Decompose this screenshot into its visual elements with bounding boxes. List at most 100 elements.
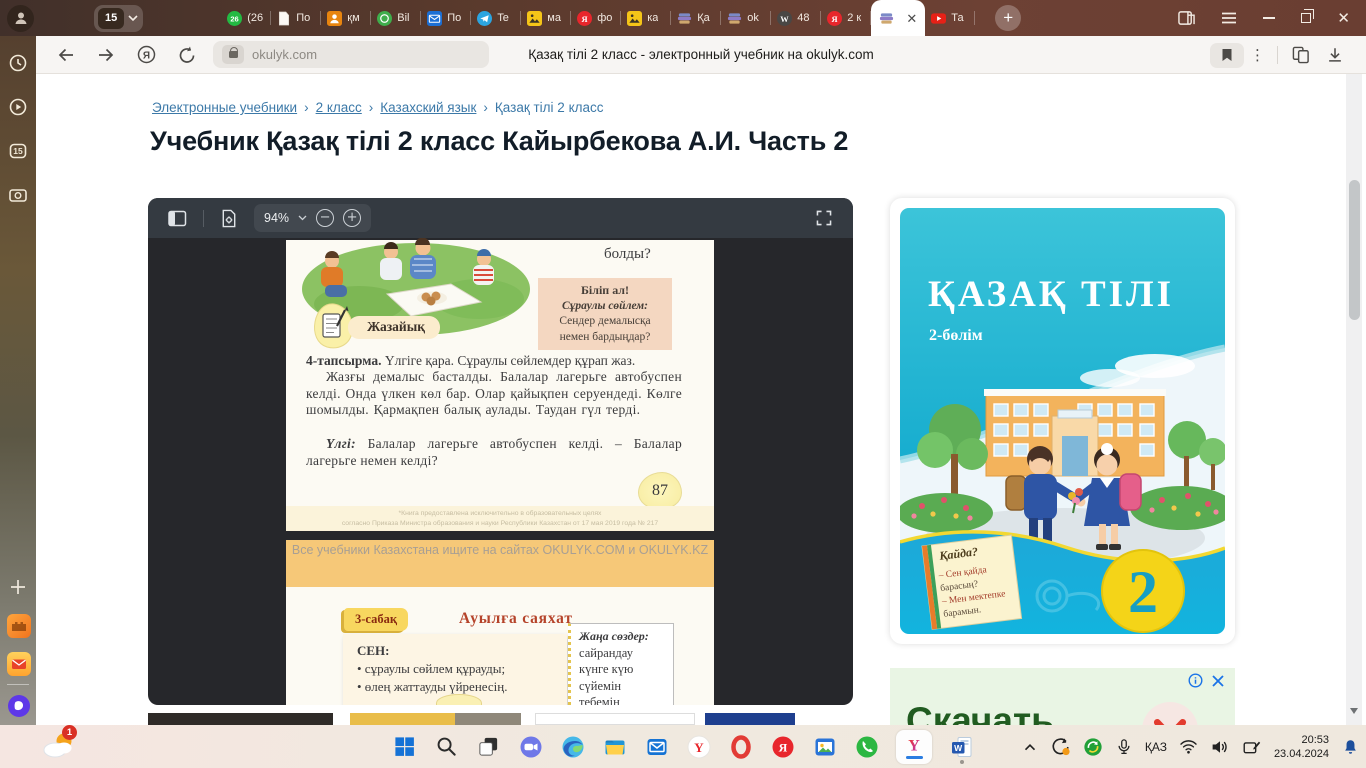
taskbar-clock[interactable]: 20:53 23.04.2024 (1274, 733, 1329, 761)
ad-info-icon[interactable] (1188, 673, 1203, 688)
tab-youtube[interactable]: Та (925, 0, 976, 36)
word-button[interactable]: W (949, 734, 974, 764)
menu-icon[interactable] (1221, 12, 1237, 24)
keyboard-language[interactable]: ҚАЗ (1145, 740, 1167, 754)
reload-icon[interactable] (177, 45, 197, 65)
pdf-sidebar-toggle-icon[interactable] (168, 210, 187, 227)
know-box-subtitle: Сұраулы сөйлем: (562, 299, 648, 312)
zoom-in-button[interactable]: + (343, 209, 362, 227)
tab-books-2[interactable]: ok (721, 0, 772, 36)
fullscreen-icon[interactable] (815, 209, 833, 227)
back-icon[interactable] (56, 45, 76, 65)
green-circle-icon (377, 10, 393, 26)
wifi-icon[interactable] (1179, 738, 1198, 755)
tab-books-1[interactable]: Қа (671, 0, 722, 36)
related-thumbnail[interactable] (705, 713, 795, 725)
yandex-button-icon[interactable]: Я (136, 44, 157, 65)
related-thumbnail[interactable] (455, 713, 521, 725)
teams-chat-button[interactable] (518, 734, 543, 759)
pen-input-icon[interactable] (1242, 738, 1262, 756)
opera-browser-button[interactable] (728, 734, 753, 759)
related-thumbnail[interactable] (535, 713, 695, 725)
page-number-badge: 87 (638, 472, 682, 510)
pdf-zoom-level[interactable]: 94% (264, 211, 289, 225)
photos-app-button[interactable] (812, 734, 837, 759)
history-icon[interactable] (7, 52, 29, 74)
taskbar-weather-widget[interactable]: 1 (40, 725, 78, 761)
yandex-games-icon[interactable] (7, 614, 31, 638)
chevron-down-icon[interactable] (298, 215, 307, 221)
extensions-button[interactable] (1292, 36, 1310, 74)
ad-close-icon[interactable] (1211, 674, 1225, 688)
tab-active-okulyk[interactable]: ✕ (871, 0, 926, 36)
task-view-button[interactable] (476, 734, 501, 759)
related-thumbnail[interactable] (148, 713, 333, 725)
close-window-icon[interactable]: ✕ (1337, 10, 1350, 26)
tab-group-count: 15 (98, 7, 125, 29)
tray-expand-icon[interactable] (1021, 738, 1039, 756)
tab-document[interactable]: По (271, 0, 322, 36)
start-button[interactable] (392, 734, 417, 759)
taskbar-center-icons: Y Я Y W (392, 725, 974, 768)
address-bar[interactable]: okulyk.com (213, 41, 489, 68)
tab-counter-icon[interactable]: 15 (7, 140, 29, 162)
breadcrumb-link-1[interactable]: Электронные учебники (152, 100, 297, 115)
tab-wordpress[interactable]: W 48 (771, 0, 822, 36)
forward-icon[interactable] (96, 45, 116, 65)
pdf-document-settings-icon[interactable] (220, 209, 238, 228)
pdf-zoom-group: 94% − + (254, 204, 372, 232)
notification-bell-icon[interactable] (1341, 737, 1360, 757)
video-play-icon[interactable] (7, 96, 29, 118)
downloads-button[interactable] (1326, 36, 1344, 74)
alice-assistant-icon[interactable] (7, 694, 31, 718)
volume-icon[interactable] (1210, 738, 1230, 756)
toolbar-menu[interactable]: ⋮ (1250, 36, 1265, 74)
screenshot-icon[interactable] (7, 184, 29, 206)
related-thumbnail[interactable] (350, 713, 455, 725)
pdf-canvas[interactable]: болды? Біліп ал! Сұраулы сөйлем: Сендер … (148, 238, 853, 705)
tab-whatsapp[interactable]: 26 (26 (221, 0, 272, 36)
yandex-app-button[interactable]: Я (770, 734, 795, 759)
tab-image-1[interactable]: ма (521, 0, 572, 36)
green-app-icon[interactable] (1083, 737, 1103, 757)
breadcrumb-link-2[interactable]: 2 класс (316, 100, 362, 115)
yandex-start-button[interactable]: Y (686, 734, 711, 759)
cover-part: 2-бөлім (929, 327, 983, 344)
tab-bilim[interactable]: Bil (371, 0, 422, 36)
tab-mail[interactable]: По (421, 0, 472, 36)
close-tab-icon[interactable]: ✕ (906, 12, 917, 25)
page-scrollbar[interactable] (1346, 74, 1362, 725)
tab-image-2[interactable]: ка (621, 0, 672, 36)
tab-yandex-2[interactable]: Я 2 к (821, 0, 872, 36)
svg-text:15: 15 (13, 146, 23, 156)
whatsapp-button[interactable] (854, 734, 879, 759)
browser-toolbar: Я okulyk.com Қазақ тілі 2 класс - электр… (36, 36, 1366, 74)
minimize-icon[interactable] (1263, 17, 1276, 19)
scrollbar-thumb[interactable] (1348, 180, 1360, 320)
yandex-mail-icon[interactable] (7, 652, 31, 676)
sidebar-add-icon[interactable] (7, 576, 29, 598)
zoom-out-button[interactable]: − (316, 209, 335, 227)
microphone-icon[interactable] (1115, 737, 1133, 757)
breadcrumb-link-3[interactable]: Казахский язык (380, 100, 476, 115)
bookmark-chip[interactable] (1210, 36, 1244, 74)
tab-group-pill[interactable]: 15 (94, 4, 144, 32)
yandex-browser-active-button[interactable]: Y (896, 729, 932, 765)
tab-person-orange[interactable]: қм (321, 0, 372, 36)
lock-chip[interactable] (222, 45, 244, 64)
side-panels-icon[interactable] (1178, 10, 1196, 26)
new-tab-button[interactable]: + (995, 5, 1022, 31)
update-sync-icon[interactable] (1051, 737, 1071, 757)
file-explorer-button[interactable] (602, 734, 627, 759)
search-button[interactable] (434, 734, 459, 759)
window-controls: ✕ (1178, 9, 1350, 26)
ad-expand-button[interactable] (1142, 702, 1198, 725)
profile-avatar[interactable] (7, 4, 34, 32)
restore-window-icon[interactable] (1301, 9, 1315, 23)
tab-telegram[interactable]: Te (471, 0, 522, 36)
ad-download-text[interactable]: Скачать (906, 700, 1054, 725)
tab-yandex-1[interactable]: Я фо (571, 0, 622, 36)
mail-app-button[interactable] (644, 734, 669, 759)
scrollbar-down-arrow[interactable] (1350, 708, 1358, 714)
edge-browser-button[interactable] (560, 734, 585, 759)
